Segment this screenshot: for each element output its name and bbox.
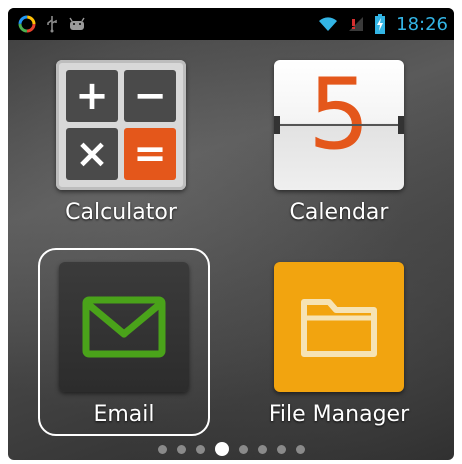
email-app-icon: [59, 262, 189, 392]
colorful-circle-app-icon: [18, 15, 36, 33]
page-dot[interactable]: [238, 444, 248, 454]
calculator-plus-key: +: [66, 70, 118, 122]
app-calendar[interactable]: 5 Calendar: [254, 60, 424, 225]
home-screen: 18:26 + − × = Calculator 5 Calendar Emai…: [8, 8, 454, 460]
page-dot-active[interactable]: [214, 442, 229, 456]
page-dot[interactable]: [295, 444, 305, 454]
calculator-minus-key: −: [124, 70, 176, 122]
calendar-left-hinge: [274, 116, 280, 134]
page-dot[interactable]: [176, 444, 186, 454]
page-dot[interactable]: [157, 444, 167, 454]
folder-icon: [301, 299, 377, 357]
envelope-icon: [82, 296, 166, 358]
app-label-email: Email: [93, 402, 155, 427]
calculator-icon: + − × =: [56, 60, 186, 190]
signal-icon: [348, 16, 364, 32]
page-indicator: [8, 442, 454, 456]
app-label-calendar: Calendar: [289, 200, 389, 225]
page-dot[interactable]: [276, 444, 286, 454]
calendar-flip-line: [274, 124, 404, 126]
status-left-icons: [8, 15, 86, 33]
status-bar: 18:26: [8, 8, 454, 40]
app-calculator[interactable]: + − × = Calculator: [36, 60, 206, 225]
calendar-right-hinge: [398, 116, 404, 134]
status-right-icons: 18:26: [318, 14, 454, 35]
app-label-file-manager: File Manager: [268, 402, 410, 427]
file-manager-app-icon: [274, 262, 404, 392]
page-dot[interactable]: [195, 444, 205, 454]
calculator-equals-key: =: [124, 128, 176, 180]
usb-icon: [46, 15, 58, 33]
battery-icon: [374, 14, 386, 34]
calculator-multiply-key: ×: [66, 128, 118, 180]
app-email[interactable]: Email: [39, 262, 209, 427]
wifi-icon: [318, 16, 338, 32]
android-icon: [68, 17, 86, 31]
status-clock: 18:26: [396, 13, 448, 35]
app-label-calculator: Calculator: [65, 200, 177, 225]
calendar-icon: 5: [274, 60, 404, 190]
app-file-manager[interactable]: File Manager: [254, 262, 424, 427]
calendar-day-number: 5: [307, 58, 371, 172]
page-dot[interactable]: [257, 444, 267, 454]
